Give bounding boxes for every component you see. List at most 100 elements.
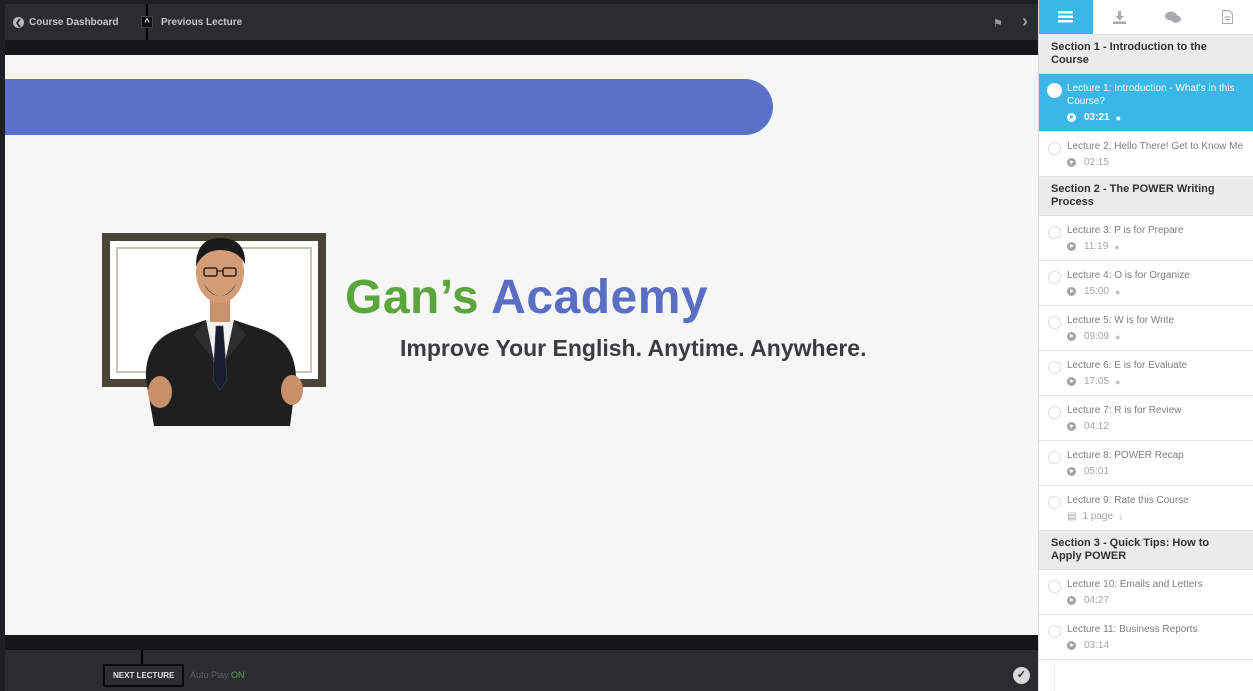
progress-dot-icon <box>1048 271 1061 284</box>
lecture-meta: 11:19 ● <box>1067 241 1246 252</box>
play-circle-icon <box>1067 467 1076 476</box>
flag-icon[interactable]: ⚑ <box>993 17 1003 30</box>
chevron-right-icon[interactable]: › <box>1022 11 1028 32</box>
comment-icon: ● <box>1115 331 1121 342</box>
brand-name-part2: Academy <box>491 271 709 324</box>
lecture-item[interactable]: Lecture 10: Emails and Letters 04:27 <box>1039 570 1253 615</box>
lecture-meta: 05:01 <box>1067 466 1246 477</box>
play-circle-icon <box>1067 242 1076 251</box>
mark-complete-check-icon[interactable]: ✓ <box>1013 667 1030 684</box>
lecture-meta: 04:27 <box>1067 595 1246 606</box>
lecture-slide: Gan’s Academy Improve Your English. Anyt… <box>5 55 1038 635</box>
lecture-item[interactable]: Lecture 2: Hello There! Get to Know Me 02… <box>1039 132 1253 177</box>
curriculum-sidebar: Section 1 - Introduction to the Course Le… <box>1038 0 1253 691</box>
next-lecture-button[interactable]: NEXT LECTURE <box>103 664 185 687</box>
lecture-item[interactable]: Lecture 9: Rate this Course ▤ 1 page ⤓ <box>1039 486 1253 531</box>
lecture-title: Lecture 11: Business Reports <box>1067 624 1198 635</box>
lecture-duration: 1 page <box>1082 511 1114 522</box>
progress-dot-icon <box>1048 142 1061 155</box>
lecture-meta: 02:15 <box>1067 157 1246 168</box>
lecture-meta: 03:14 <box>1067 640 1246 651</box>
lecture-duration: 17:05 <box>1084 376 1110 387</box>
progress-dot-icon <box>1048 625 1061 638</box>
comment-icon: ● <box>1115 376 1121 387</box>
lecture-duration: 15:00 <box>1084 286 1110 297</box>
brand-name-part1: Gan’s <box>345 271 480 324</box>
lecture-title: Lecture 7: R is for Review <box>1067 405 1182 416</box>
section-header: Section 3 - Quick Tips: How to Apply POW… <box>1039 531 1253 570</box>
lecture-duration: 04:12 <box>1084 421 1110 432</box>
comment-icon: ● <box>1115 112 1122 123</box>
lecture-item[interactable]: Lecture 5: W is for Write 09:09 ● <box>1039 306 1253 351</box>
comment-icon: ● <box>1114 241 1120 252</box>
play-circle-icon <box>1067 422 1076 431</box>
chevron-up-icon: ^ <box>141 16 153 28</box>
autoplay-label: Auto Play <box>190 670 229 680</box>
lecture-duration: 09:09 <box>1084 331 1110 342</box>
play-circle-icon <box>1067 596 1076 605</box>
video-player: ❮ Course Dashboard ^ Previous Lecture ⚑ … <box>0 0 1038 691</box>
autoplay-toggle[interactable]: Auto Play ON <box>190 670 245 680</box>
progress-dot-icon <box>1048 580 1061 593</box>
section-header: Section 1 - Introduction to the Course <box>1039 35 1253 74</box>
player-top-bar: ❮ Course Dashboard ^ Previous Lecture ⚑ … <box>5 4 1038 44</box>
play-circle-icon <box>1067 377 1076 386</box>
lecture-item[interactable]: Lecture 3: P is for Prepare 11:19 ● <box>1039 216 1253 261</box>
previous-lecture-button[interactable]: ^ Previous Lecture <box>141 4 242 40</box>
lecture-title: Lecture 10: Emails and Letters <box>1067 579 1203 590</box>
lecture-title: Lecture 3: P is for Prepare <box>1067 225 1184 236</box>
curriculum-icon <box>1058 11 1074 23</box>
lecture-title: Lecture 8: POWER Recap <box>1067 450 1184 461</box>
comment-icon: ● <box>1115 286 1121 297</box>
presenter-illustration <box>145 238 303 426</box>
play-circle-icon <box>1067 332 1076 341</box>
tab-downloads[interactable] <box>1093 0 1147 34</box>
tab-curriculum[interactable] <box>1039 0 1093 34</box>
lecture-meta: 15:00 ● <box>1067 286 1246 297</box>
download-icon <box>1113 10 1127 24</box>
progress-dot-icon <box>1048 496 1061 509</box>
lecture-duration: 03:14 <box>1084 640 1110 651</box>
lecture-item[interactable]: Lecture 6: E is for Evaluate 17:05 ● <box>1039 351 1253 396</box>
lecture-item[interactable]: Lecture 8: POWER Recap 05:01 <box>1039 441 1253 486</box>
progress-dot-icon <box>1048 361 1061 374</box>
lecture-meta: 04:12 <box>1067 421 1246 432</box>
lecture-item[interactable]: Lecture 4: O is for Organize 15:00 ● <box>1039 261 1253 306</box>
player-letterbox-top <box>5 40 1038 55</box>
lecture-title: Lecture 1: Introduction - What's in this… <box>1067 83 1235 107</box>
tab-notes[interactable] <box>1200 0 1253 34</box>
lecture-meta: 17:05 ● <box>1067 376 1246 387</box>
sidebar-tabs <box>1039 0 1253 35</box>
lecture-item[interactable]: Lecture 7: R is for Review 04:12 <box>1039 396 1253 441</box>
brand-tagline: Improve Your English. Anytime. Anywhere. <box>400 335 867 361</box>
progress-dot-icon <box>1048 406 1061 419</box>
lecture-meta: ▤ 1 page ⤓ <box>1067 511 1246 522</box>
lecture-meta: 03:21 ● <box>1067 112 1246 123</box>
course-dashboard-label: Course Dashboard <box>29 16 119 28</box>
play-circle-icon <box>1067 641 1076 650</box>
lecture-title: Lecture 2: Hello There! Get to Know Me <box>1067 141 1244 152</box>
tab-discussions[interactable] <box>1147 0 1201 34</box>
lecture-title: Lecture 5: W is for Write <box>1067 315 1175 326</box>
progress-dot-icon <box>1048 316 1061 329</box>
player-letterbox-bottom <box>5 635 1038 650</box>
play-circle-icon <box>1067 158 1076 167</box>
lecture-duration: 02:15 <box>1084 157 1110 168</box>
progress-dot-icon <box>1048 226 1061 239</box>
lecture-meta: 09:09 ● <box>1067 331 1246 342</box>
course-dashboard-button[interactable]: ❮ Course Dashboard <box>13 4 118 40</box>
previous-lecture-label: Previous Lecture <box>161 16 243 28</box>
document-icon: ▤ <box>1067 511 1077 522</box>
download-icon[interactable]: ⤓ <box>1119 511 1123 522</box>
lecture-duration: 03:21 <box>1084 112 1110 123</box>
lecture-item[interactable]: Lecture 1: Introduction - What's in this… <box>1039 74 1253 132</box>
progress-dot-icon <box>1047 83 1062 98</box>
next-lecture-pointer <box>141 650 143 665</box>
section-header: Section 2 - The POWER Writing Process <box>1039 177 1253 216</box>
lecture-title: Lecture 6: E is for Evaluate <box>1067 360 1188 371</box>
lecture-item[interactable]: Lecture 11: Business Reports 03:14 <box>1039 615 1253 660</box>
lecture-duration: 04:27 <box>1084 595 1110 606</box>
notes-icon <box>1221 10 1233 24</box>
slide-banner <box>5 79 773 135</box>
autoplay-state: ON <box>231 670 245 680</box>
